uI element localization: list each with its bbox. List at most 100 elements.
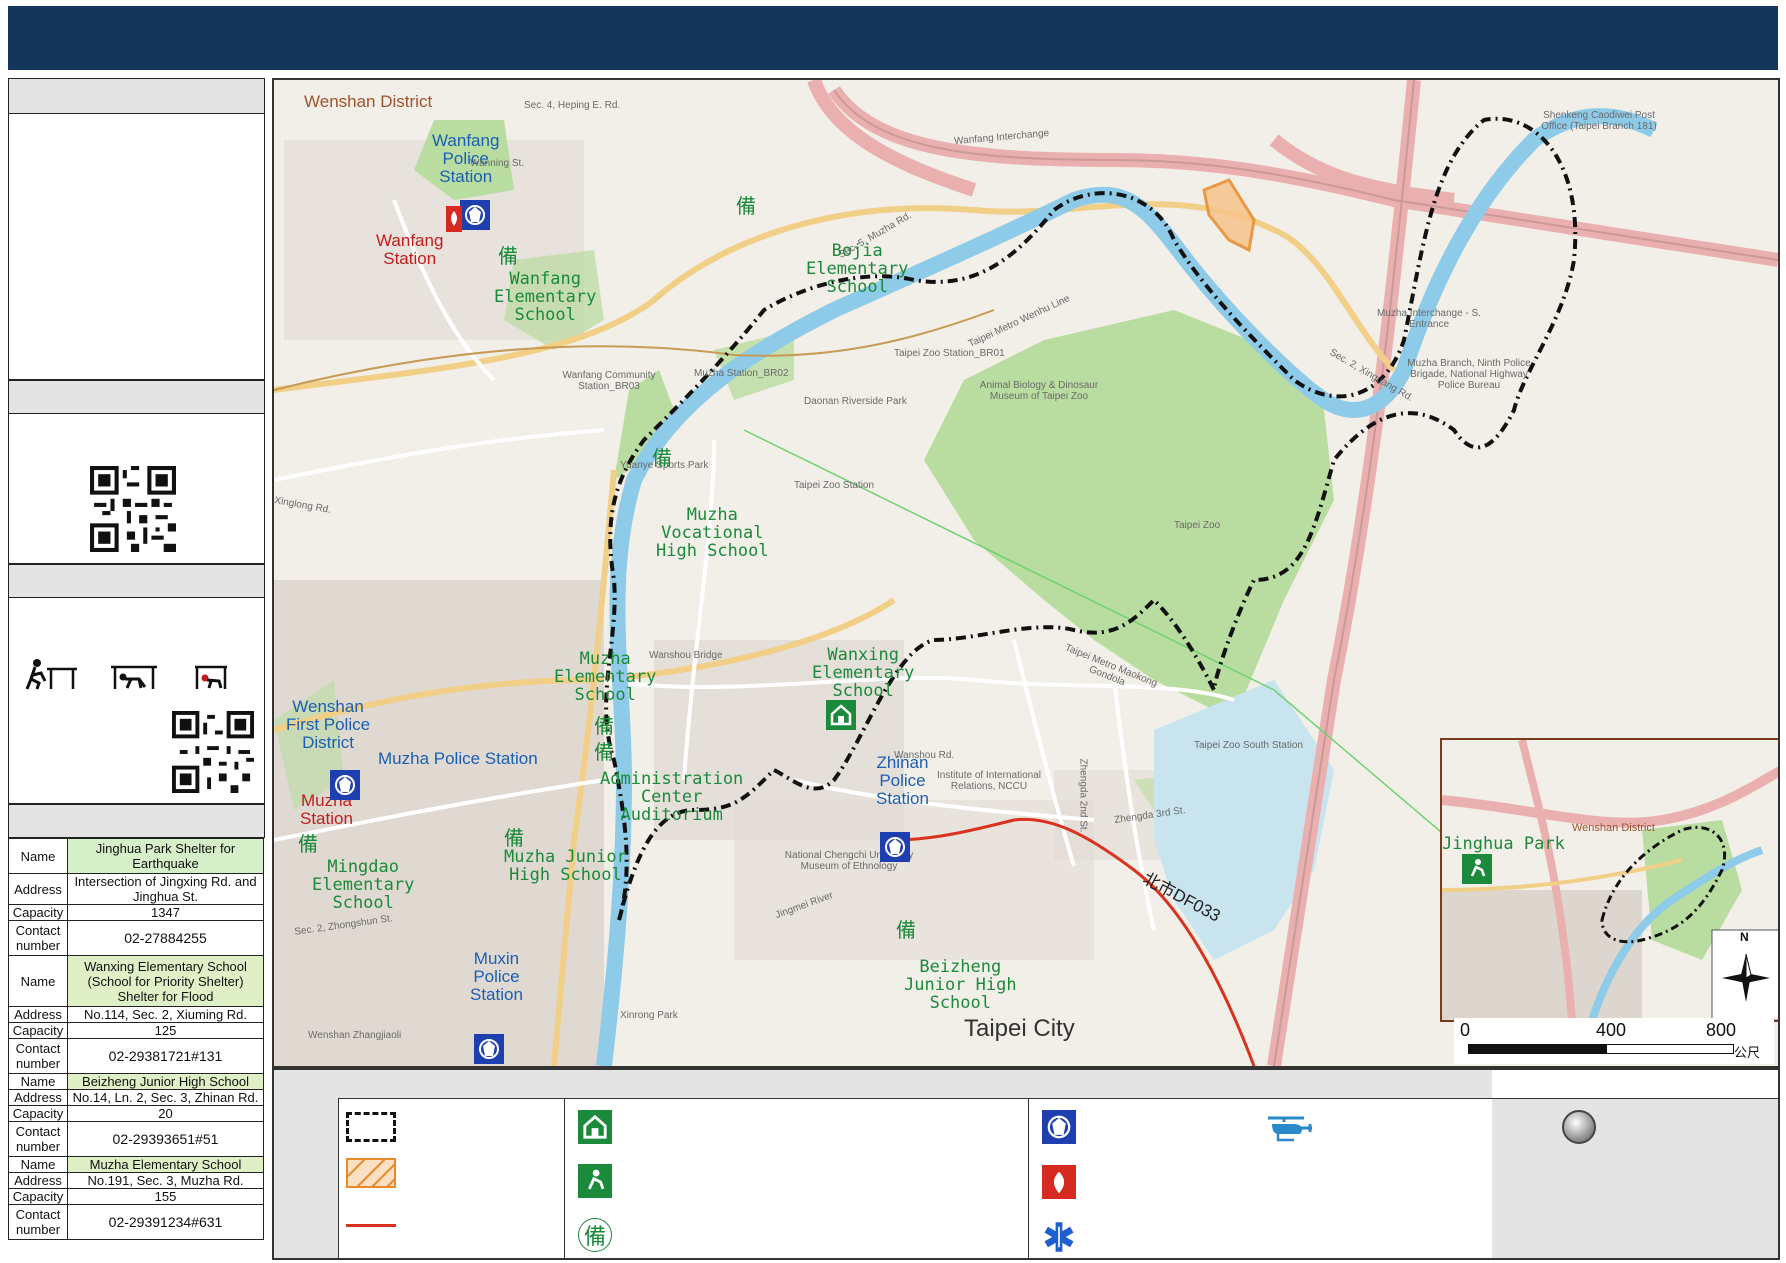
table-key-name: Name [8,955,68,1007]
header-bar [8,6,1778,70]
medical-star-icon [1044,1222,1074,1252]
reserve-icon[interactable]: 備 [736,190,756,219]
table-row: Capacity 155 [8,1188,264,1205]
reserve-icon[interactable]: 備 [498,240,518,269]
drill-panel [8,564,265,804]
fire-station-icon[interactable] [446,206,462,232]
table-value-capacity: 155 [67,1188,264,1205]
reserve-icon[interactable]: 備 [896,914,916,943]
legend-col-boundaries [338,1070,565,1258]
qr-panel-header [9,381,264,414]
facility-label[interactable]: Wanfang Elementary School [494,270,596,324]
qr-panel [8,380,265,564]
facility-label[interactable]: Muzha Vocational High School [656,506,769,560]
qr-code-icon[interactable] [90,466,176,552]
table-row: Name Muzha Elementary School [8,1156,264,1173]
reserve-icon[interactable]: 備 [594,710,614,739]
hold-icon [195,665,227,689]
facility-label[interactable]: Muxin Police Station [470,950,523,1004]
indicator-circle-icon [1562,1110,1596,1144]
table-row: Contact number 02-29393651#51 [8,1121,264,1157]
police-badge-icon[interactable] [330,770,360,800]
facility-label[interactable]: Muzha Junior High School [504,848,627,884]
table-key-capacity: Capacity [8,1022,68,1039]
table-value-capacity: 20 [67,1105,264,1122]
table-row: Capacity 1347 [8,904,264,921]
shelter-house-icon[interactable] [826,700,856,730]
map-minor-label: Taipei Zoo Station_BR01 [894,348,1005,359]
reserve-icon[interactable]: 備 [504,822,524,851]
table-value-address: Intersection of Jingxing Rd. and Jinghua… [67,873,264,905]
table-key-address: Address [8,1006,68,1023]
scale-segment-light [1606,1044,1734,1054]
table-row: Capacity 20 [8,1105,264,1122]
legend-route-swatch [346,1224,396,1227]
table-key-name: Name [8,1073,68,1090]
facility-label[interactable]: Beizheng Junior High School [904,958,1017,1012]
table-row: Contact number 02-29391234#631 [8,1204,264,1240]
legend-col-header [1492,1070,1778,1099]
map-minor-label: Wanfang Community Station_BR03 [562,370,656,392]
legend-col-misc [1492,1070,1778,1258]
table-value-address: No.14, Ln. 2, Sec. 3, Zhinan Rd. [67,1089,264,1106]
police-badge-icon[interactable] [460,200,490,230]
facility-label[interactable]: Wanfang Station [376,232,443,268]
city-label: Taipei City [964,1015,1075,1042]
scale-bar: 0 400 800 公尺 [1454,1018,1774,1064]
reserve-icon[interactable]: 備 [652,442,672,471]
table-key-contact: Contact number [8,920,68,956]
park-evacuation-icon [578,1164,612,1198]
table-row: Name Wanxing Elementary School (School fo… [8,955,264,1007]
legend-title-col [274,1070,339,1258]
map-minor-label: Wanning St. [470,158,525,169]
facility-label[interactable]: Wenshan First Police District [286,698,370,752]
facility-label[interactable]: Administration Center Auditorium [600,770,743,824]
inset-map[interactable]: Wenshan District Jinghua Park N [1440,738,1778,1022]
drill-panel-header [9,565,264,598]
facility-label[interactable]: Zhinan Police Station [876,754,929,808]
scale-segment-dark [1468,1044,1606,1054]
table-key-contact: Contact number [8,1038,68,1074]
cover-icon [111,665,157,689]
table-row: Name Beizheng Junior High School [8,1073,264,1090]
facility-label[interactable]: Muzha Police Station [378,750,538,768]
fire-station-icon [1042,1165,1076,1199]
helicopter-icon [1268,1116,1312,1142]
map-minor-label: Animal Biology & Dinosaur Museum of Taip… [979,380,1099,402]
facility-label[interactable]: Wanxing Elementary School [812,646,914,700]
table-key-address: Address [8,873,68,905]
table-key-capacity: Capacity [8,904,68,921]
facility-label[interactable]: Muzha Elementary School [554,650,656,704]
map-minor-label: Taipei Zoo [1174,520,1221,531]
table-row: Address No.114, Sec. 2, Xiuming Rd. [8,1006,264,1023]
map-minor-label: Muzha Station_BR02 [694,368,789,379]
police-badge-icon[interactable] [880,832,910,862]
table-key-contact: Contact number [8,1121,68,1157]
scale-unit: 公尺 [1734,1045,1761,1060]
scale-mid: 400 [1596,1020,1627,1040]
table-value-contact: 02-29391234#631 [67,1204,264,1240]
table-key-contact: Contact number [8,1204,68,1240]
legend-col-header [338,1070,564,1099]
map-minor-label: Wanshou Rd. [894,750,955,761]
table-row: Address No.191, Sec. 3, Muzha Rd. [8,1172,264,1189]
legend-col-shelters: 備 [564,1070,1029,1258]
police-badge-icon [1042,1110,1076,1144]
map-minor-label: Shenkeng Caodiwei Post Office (Taipei Br… [1541,110,1657,132]
park-evacuation-icon[interactable] [1462,854,1492,884]
reserve-icon[interactable]: 備 [594,736,614,765]
table-row: Address No.14, Ln. 2, Sec. 3, Zhinan Rd. [8,1089,264,1106]
police-badge-icon[interactable] [474,1034,504,1064]
table-value-capacity: 125 [67,1022,264,1039]
reserve-icon[interactable]: 備 [298,828,318,857]
map-minor-label: Taipei Zoo South Station [1194,740,1303,751]
facility-label[interactable]: Mingdao Elementary School [312,858,414,912]
map-view[interactable]: Wenshan District Taipei City 北市DF033 Wan… [272,78,1780,1068]
table-row: Capacity 125 [8,1022,264,1039]
compass-rose-icon [1722,953,1770,1002]
info-panel-top [8,78,265,380]
map-minor-label: Muzha Interchange - S. Entrance [1377,308,1481,330]
table-row: Contact number 02-27884255 [8,920,264,956]
table-value-name: Muzha Elementary School [67,1156,264,1173]
drill-qr-code-icon[interactable] [172,711,254,793]
